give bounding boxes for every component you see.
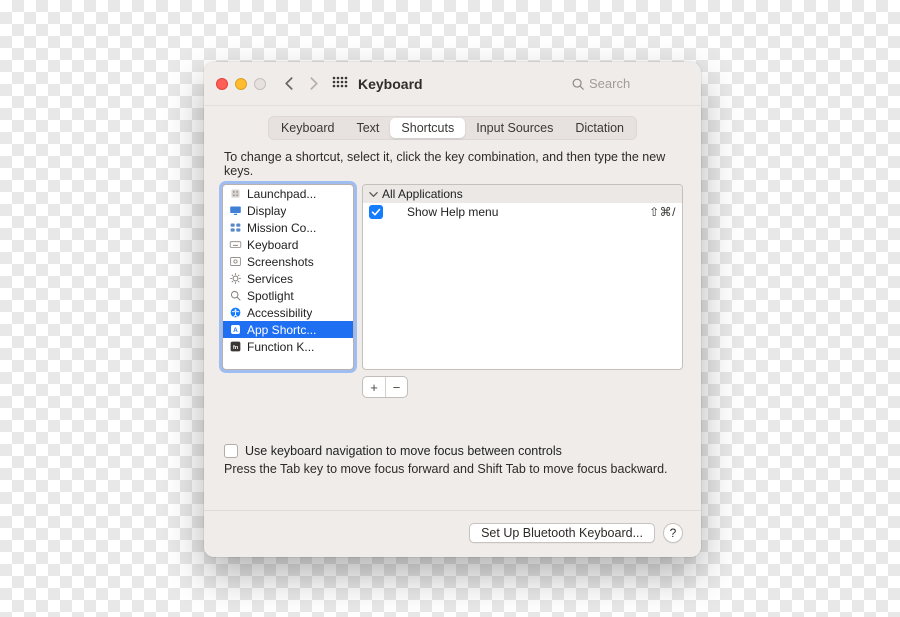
forward-button[interactable] — [302, 73, 324, 95]
keyboard-nav-label: Use keyboard navigation to move focus be… — [245, 444, 562, 458]
tab-dictation[interactable]: Dictation — [564, 118, 635, 138]
category-rocket[interactable]: Launchpad... — [223, 185, 353, 202]
body: To change a shortcut, select it, click t… — [204, 148, 701, 557]
tab-text[interactable]: Text — [345, 118, 390, 138]
shortcut-list[interactable]: All Applications Show Help menu⇧⌘/ — [362, 184, 683, 370]
shortcut-checkbox[interactable] — [369, 205, 383, 219]
shortcut-row[interactable]: Show Help menu⇧⌘/ — [363, 203, 682, 221]
bluetooth-keyboard-button[interactable]: Set Up Bluetooth Keyboard... — [469, 523, 655, 543]
appshortcut-icon: A — [228, 323, 242, 337]
category-appshortcut[interactable]: A App Shortc... — [223, 321, 353, 338]
search-icon — [228, 289, 242, 303]
category-gear[interactable]: Services — [223, 270, 353, 287]
mission-icon — [228, 221, 242, 235]
category-search[interactable]: Spotlight — [223, 287, 353, 304]
category-label: Launchpad... — [247, 187, 316, 201]
segmented-tabs: KeyboardTextShortcutsInput SourcesDictat… — [268, 116, 637, 140]
minimize-button[interactable] — [235, 78, 247, 90]
category-label: Spotlight — [247, 289, 294, 303]
category-label: Keyboard — [247, 238, 298, 252]
remove-button[interactable]: − — [385, 377, 407, 397]
category-screenshot[interactable]: Screenshots — [223, 253, 353, 270]
accessibility-icon — [228, 306, 242, 320]
keyboard-icon — [228, 238, 242, 252]
keyboard-nav-hint: Press the Tab key to move focus forward … — [222, 462, 683, 476]
preferences-window: Keyboard KeyboardTextShortcutsInput Sour… — [204, 62, 701, 557]
tab-input-sources[interactable]: Input Sources — [465, 118, 564, 138]
category-label: Screenshots — [247, 255, 314, 269]
add-remove-row: + − — [222, 376, 683, 398]
category-monitor[interactable]: Display — [223, 202, 353, 219]
svg-text:A: A — [233, 327, 238, 334]
instruction-text: To change a shortcut, select it, click t… — [224, 150, 681, 178]
category-mission[interactable]: Mission Co... — [223, 219, 353, 236]
category-label: Services — [247, 272, 293, 286]
shortcut-name: Show Help menu — [393, 205, 649, 219]
category-label: Display — [247, 204, 286, 218]
show-all-button[interactable] — [330, 74, 350, 94]
category-list[interactable]: Launchpad... Display Mission Co... Keyboard… — [222, 184, 354, 370]
category-fn[interactable]: fn Function K... — [223, 338, 353, 355]
svg-text:fn: fn — [232, 345, 238, 351]
search-icon — [571, 77, 585, 91]
search-field[interactable] — [571, 76, 689, 91]
screenshot-icon — [228, 255, 242, 269]
keyboard-nav-checkbox[interactable] — [224, 444, 238, 458]
zoom-button[interactable] — [254, 78, 266, 90]
titlebar: Keyboard — [204, 62, 701, 106]
category-label: App Shortc... — [247, 323, 316, 337]
category-keyboard[interactable]: Keyboard — [223, 236, 353, 253]
close-button[interactable] — [216, 78, 228, 90]
traffic-lights — [216, 78, 266, 90]
rocket-icon — [228, 187, 242, 201]
footer: Set Up Bluetooth Keyboard... ? — [204, 510, 701, 543]
back-button[interactable] — [278, 73, 300, 95]
search-input[interactable] — [589, 76, 689, 91]
category-accessibility[interactable]: Accessibility — [223, 304, 353, 321]
help-button[interactable]: ? — [663, 523, 683, 543]
group-label: All Applications — [382, 187, 463, 201]
keyboard-nav-checkbox-row[interactable]: Use keyboard navigation to move focus be… — [222, 444, 683, 458]
gear-icon — [228, 272, 242, 286]
panes: Launchpad... Display Mission Co... Keyboard… — [222, 184, 683, 370]
category-label: Function K... — [247, 340, 314, 354]
window-title: Keyboard — [358, 76, 423, 92]
tab-shortcuts[interactable]: Shortcuts — [390, 118, 465, 138]
add-button[interactable]: + — [363, 377, 385, 397]
group-header[interactable]: All Applications — [363, 185, 682, 203]
chevron-down-icon — [369, 190, 378, 199]
tabs-row: KeyboardTextShortcutsInput SourcesDictat… — [204, 106, 701, 148]
tab-keyboard[interactable]: Keyboard — [270, 118, 346, 138]
shortcut-keys[interactable]: ⇧⌘/ — [649, 205, 676, 219]
monitor-icon — [228, 204, 242, 218]
category-label: Accessibility — [247, 306, 312, 320]
category-label: Mission Co... — [247, 221, 316, 235]
fn-icon: fn — [228, 340, 242, 354]
